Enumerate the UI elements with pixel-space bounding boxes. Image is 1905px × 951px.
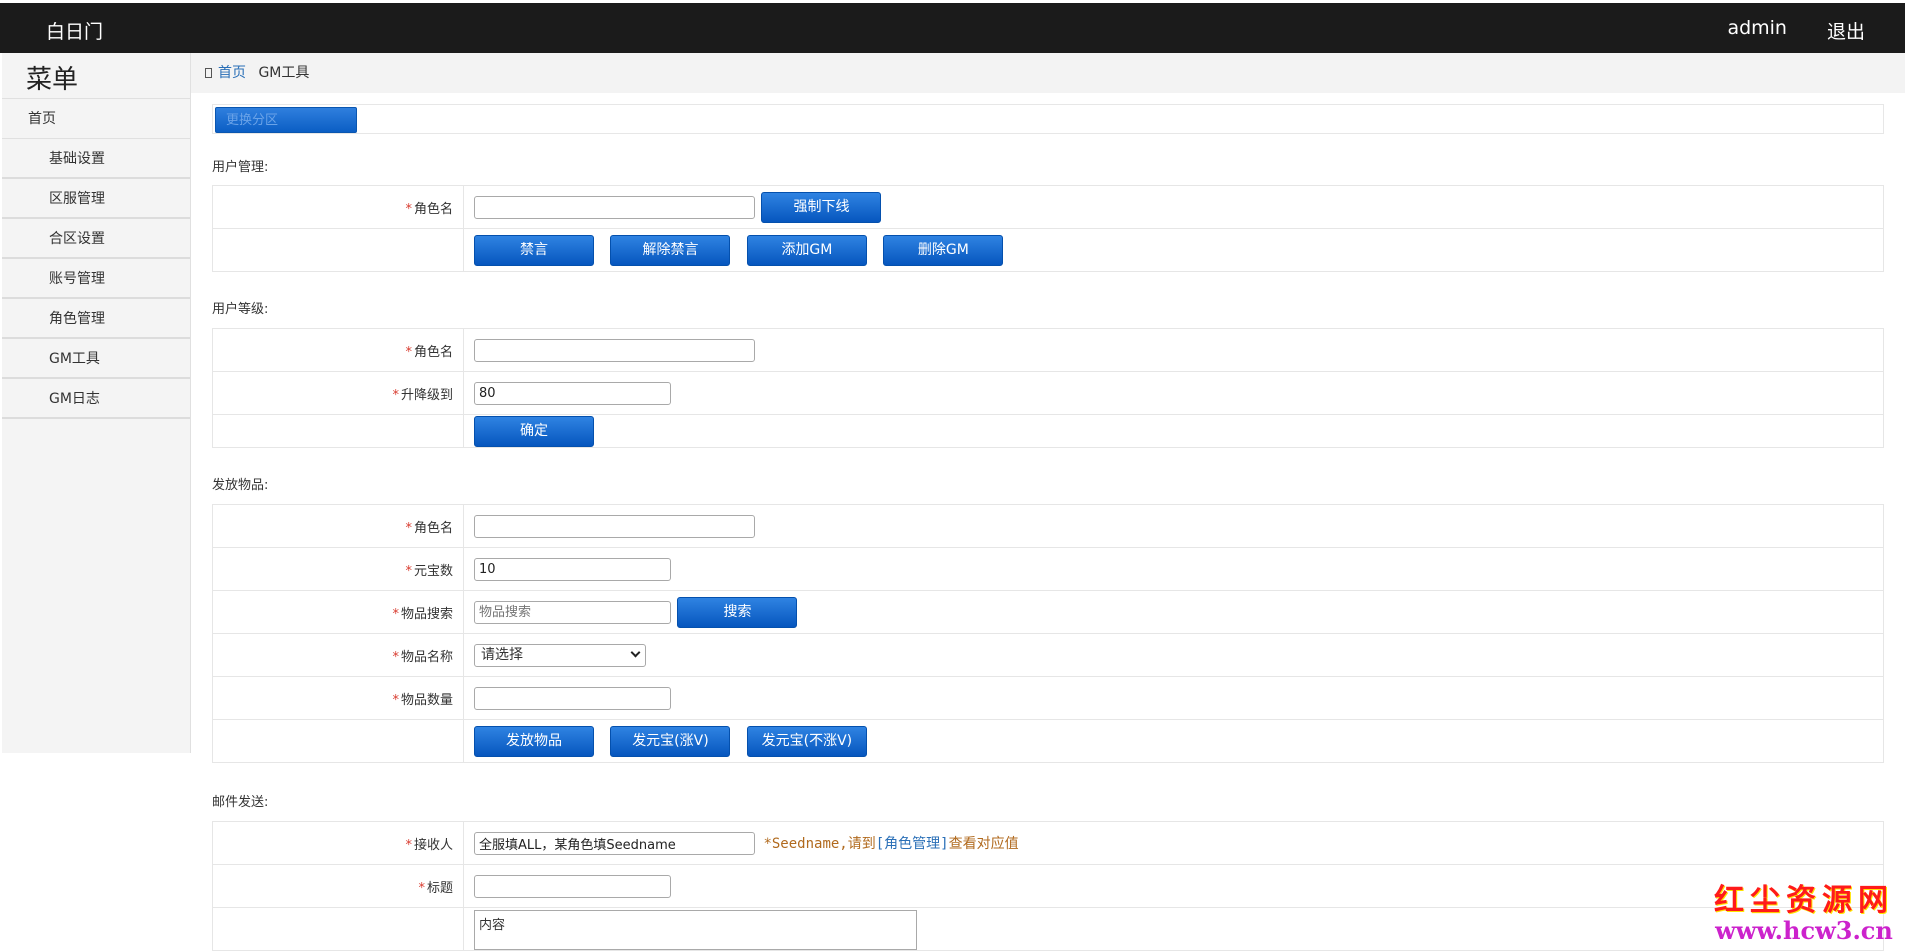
table-row: *接收人 *Seedname,请到[角色管理]查看对应值 xyxy=(213,822,1884,865)
sidebar-item-server-management[interactable]: 区服管理 xyxy=(2,179,190,219)
table-row: 禁言 解除禁言 添加GM 删除GM xyxy=(213,229,1884,272)
logout-link[interactable]: 退出 xyxy=(1827,17,1865,44)
item-search-input[interactable] xyxy=(474,601,671,624)
item-name-select[interactable]: 请选择 xyxy=(474,644,646,667)
change-zone-button[interactable]: 更换分区 xyxy=(215,107,357,133)
unmute-button[interactable]: 解除禁言 xyxy=(610,235,730,266)
field-label: *角色名 xyxy=(213,186,464,229)
top-bar: 白日门 admin 退出 xyxy=(0,0,1905,53)
breadcrumb-home-link[interactable]: 首页 xyxy=(218,65,246,81)
mail-subject-input[interactable] xyxy=(474,875,671,898)
section-title-user-level: 用户等级: xyxy=(212,298,1884,318)
table-row: *角色名 强制下线 xyxy=(213,186,1884,229)
brand-title[interactable]: 白日门 xyxy=(46,17,103,44)
sidebar-item-role-management[interactable]: 角色管理 xyxy=(2,299,190,339)
role-management-link[interactable]: [角色管理] xyxy=(876,836,949,852)
section-title-grant-items: 发放物品: xyxy=(212,474,1884,494)
zone-bar: 更换分区 xyxy=(212,104,1884,134)
table-row: *角色名 xyxy=(213,505,1884,548)
watermark: 红尘资源网 www.hcw3.cn xyxy=(1709,884,1899,946)
confirm-level-button[interactable]: 确定 xyxy=(474,416,594,447)
level-input[interactable] xyxy=(474,382,671,405)
table-row: *角色名 xyxy=(213,329,1884,372)
sidebar-item-home[interactable]: 首页 xyxy=(2,99,190,139)
sidebar-item-gm-tools[interactable]: GM工具 xyxy=(2,339,190,379)
mute-button[interactable]: 禁言 xyxy=(474,235,594,266)
chevron-down-icon xyxy=(631,647,641,657)
force-offline-button[interactable]: 强制下线 xyxy=(761,192,881,223)
grant-yuanbao-novip-button[interactable]: 发元宝(不涨V) xyxy=(747,726,867,757)
yuanbao-input[interactable] xyxy=(474,558,671,581)
grant-items-form: *角色名 *元宝数 *物品搜索 搜索 *物品名称 请选择 *物品数量 xyxy=(212,504,1884,763)
user-level-form: *角色名 *升降级到 确定 xyxy=(212,328,1884,448)
section-title-mail: 邮件发送: xyxy=(212,791,1884,811)
menu-title: 菜单 xyxy=(2,53,190,99)
table-row: *物品名称 请选择 xyxy=(213,634,1884,677)
item-quantity-input[interactable] xyxy=(474,687,671,710)
table-row: 内容 xyxy=(213,908,1884,951)
table-row: *元宝数 xyxy=(213,548,1884,591)
home-icon xyxy=(205,68,212,78)
breadcrumb-current: GM工具 xyxy=(258,65,309,81)
user-name[interactable]: admin xyxy=(1727,17,1787,44)
sidebar: 菜单 首页 基础设置 区服管理 合区设置 账号管理 角色管理 GM工具 GM日志 xyxy=(2,53,191,753)
table-row: *标题 xyxy=(213,865,1884,908)
sidebar-item-merge-settings[interactable]: 合区设置 xyxy=(2,219,190,259)
add-gm-button[interactable]: 添加GM xyxy=(747,235,867,266)
user-management-form: *角色名 强制下线 禁言 解除禁言 添加GM 删除GM xyxy=(212,185,1884,272)
item-search-button[interactable]: 搜索 xyxy=(677,597,797,628)
table-row: *物品搜索 搜索 xyxy=(213,591,1884,634)
main-content: 更换分区 用户管理: *角色名 强制下线 禁言 解除禁言 添加GM 删除GM 用… xyxy=(212,104,1884,951)
top-right-nav: admin 退出 xyxy=(1727,17,1865,44)
grant-role-input[interactable] xyxy=(474,515,755,538)
sidebar-item-account-management[interactable]: 账号管理 xyxy=(2,259,190,299)
watermark-url: www.hcw3.cn xyxy=(1709,918,1899,944)
section-title-user-management: 用户管理: xyxy=(212,156,1884,176)
table-row: 发放物品 发元宝(涨V) 发元宝(不涨V) xyxy=(213,720,1884,763)
breadcrumb: 首页 GM工具 xyxy=(191,53,1905,93)
grant-yuanbao-vip-button[interactable]: 发元宝(涨V) xyxy=(610,726,730,757)
grant-item-button[interactable]: 发放物品 xyxy=(474,726,594,757)
remove-gm-button[interactable]: 删除GM xyxy=(883,235,1003,266)
recipient-hint: *Seedname,请到[角色管理]查看对应值 xyxy=(763,836,1018,852)
table-row: *物品数量 xyxy=(213,677,1884,720)
watermark-title: 红尘资源网 xyxy=(1709,884,1899,918)
table-row: 确定 xyxy=(213,415,1884,448)
sidebar-item-gm-log[interactable]: GM日志 xyxy=(2,379,190,419)
mail-recipient-input[interactable] xyxy=(474,832,755,855)
user-mgmt-role-input[interactable] xyxy=(474,196,755,219)
user-level-role-input[interactable] xyxy=(474,339,755,362)
mail-form: *接收人 *Seedname,请到[角色管理]查看对应值 *标题 内容 xyxy=(212,821,1884,951)
table-row: *升降级到 xyxy=(213,372,1884,415)
mail-content-textarea[interactable]: 内容 xyxy=(474,910,917,950)
sidebar-item-basic-settings[interactable]: 基础设置 xyxy=(2,139,190,179)
